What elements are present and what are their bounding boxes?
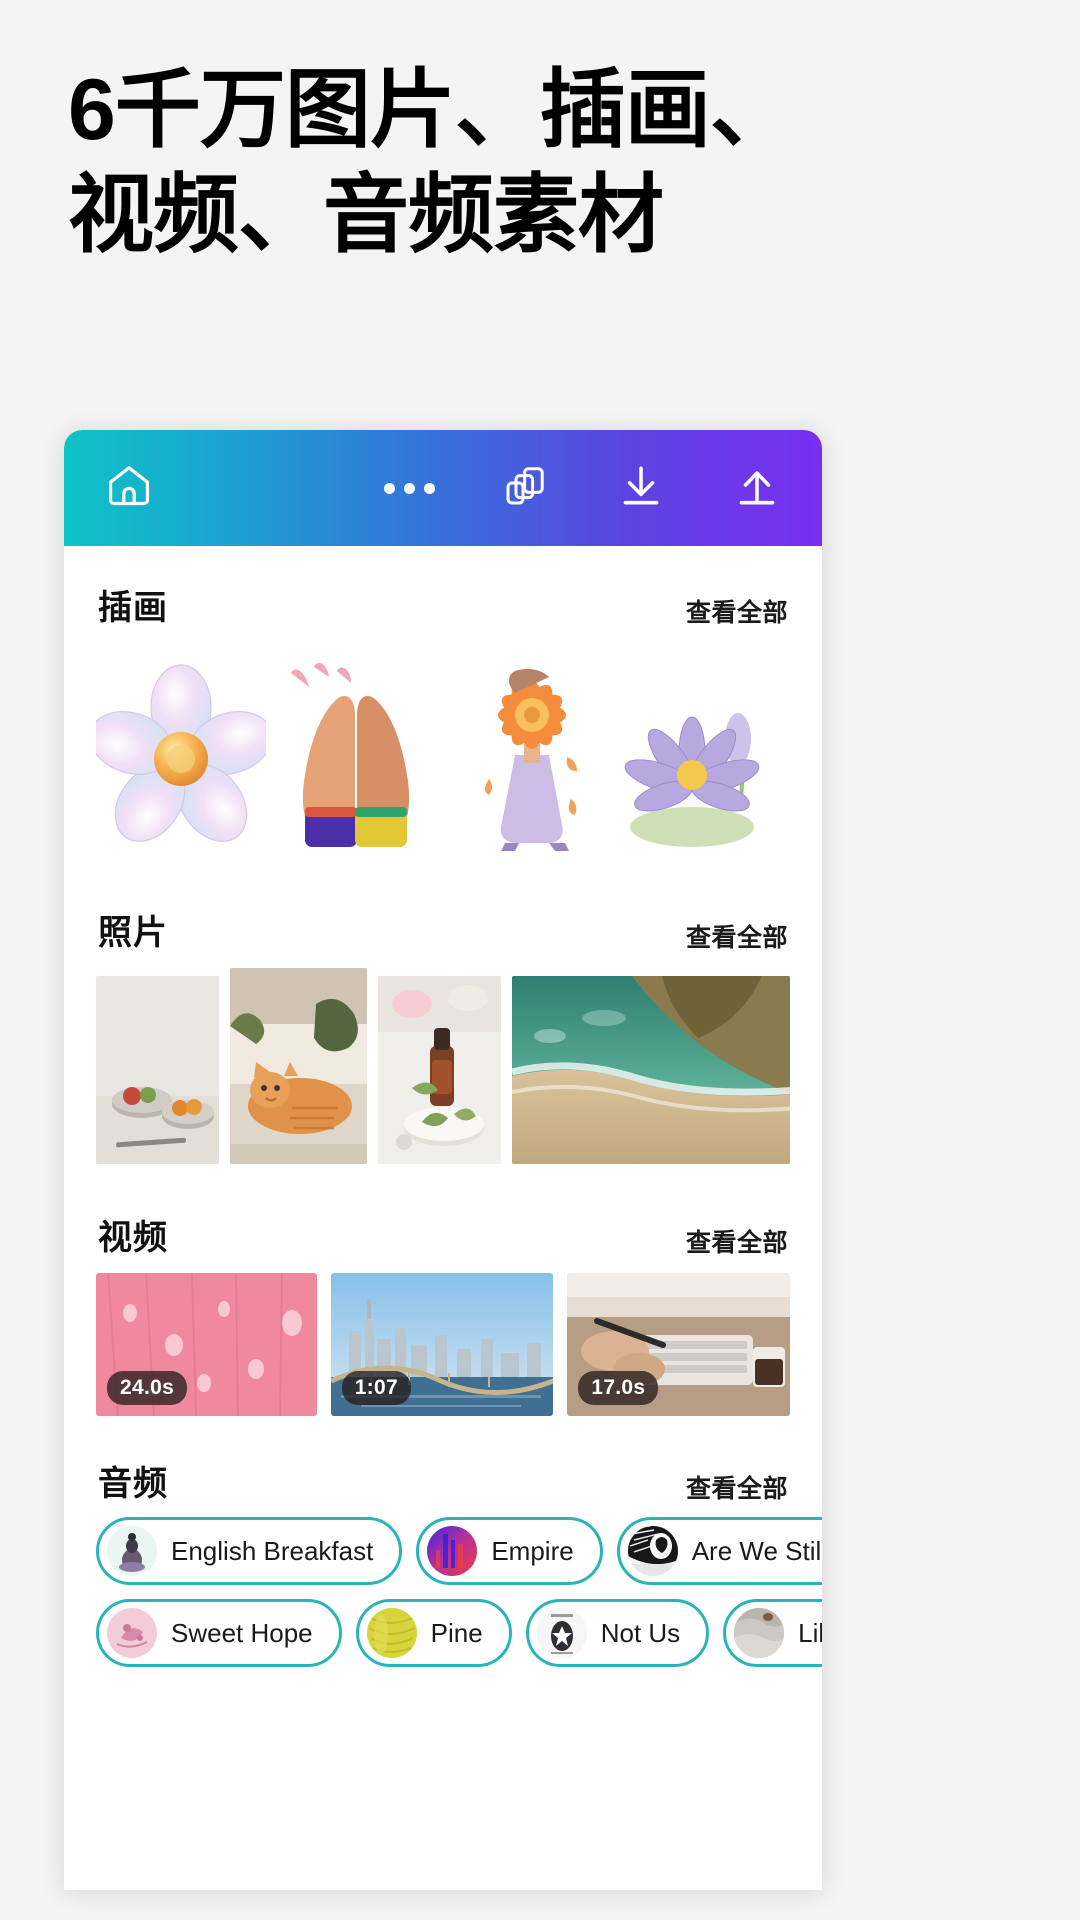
section-title-video: 视频 — [98, 1219, 168, 1257]
rocky-coast-beach-photo — [511, 976, 790, 1164]
view-all-video-link[interactable]: 查看全部 — [686, 1223, 788, 1259]
home-icon — [103, 460, 155, 517]
are-we-still-in-love-cover — [627, 1526, 678, 1576]
sweet-hope-cover — [107, 1608, 157, 1658]
audio-chip-like-whoa[interactable]: Like Whoa — [723, 1599, 822, 1667]
illustration-item-flower-girl[interactable] — [445, 659, 615, 859]
view-all-audio-link[interactable]: 查看全部 — [686, 1469, 788, 1505]
section-illustration: 插画 查看全部 — [64, 580, 822, 859]
app-toolbar — [64, 430, 822, 546]
fruit-bowls-photo — [96, 976, 220, 1164]
download-icon — [616, 461, 666, 516]
view-all-illustration-link[interactable]: 查看全部 — [686, 593, 788, 629]
audio-chip-label: Like Whoa — [798, 1617, 822, 1648]
illustration-item-water-lily[interactable] — [620, 659, 790, 859]
share-button[interactable] — [728, 459, 786, 517]
audio-chip-not-us[interactable]: Not Us — [525, 1599, 710, 1667]
section-header-audio: 音频 查看全部 — [92, 1456, 794, 1505]
video-item-city-skyline[interactable]: 1:07 — [330, 1273, 554, 1416]
audio-chip-label: Not Us — [600, 1617, 681, 1648]
download-button[interactable] — [612, 459, 670, 517]
duplicate-layers-icon — [501, 462, 549, 515]
praying-hands-illustration — [290, 662, 409, 847]
iridescent-flower-illustration — [89, 664, 273, 842]
section-video: 视频 查看全部 24.0s 1:07 17.0s — [64, 1210, 822, 1416]
share-upload-icon — [732, 461, 782, 516]
flower-head-girl-illustration — [485, 669, 578, 851]
audio-chip-label: Are We Still in Love — [691, 1535, 822, 1566]
english-breakfast-cover — [107, 1526, 157, 1576]
video-duration-badge: 24.0s — [107, 1371, 188, 1405]
illustration-list — [89, 629, 794, 859]
audio-chip-pine[interactable]: Pine — [355, 1599, 512, 1667]
home-button[interactable] — [100, 459, 158, 517]
purple-water-lily-illustration — [624, 713, 760, 847]
view-all-photo-link[interactable]: 查看全部 — [686, 918, 788, 954]
more-dots-icon — [383, 482, 435, 494]
audio-chip-label: English Breakfast — [171, 1535, 374, 1566]
orange-cat-on-bed-photo — [230, 968, 367, 1164]
video-item-pink-petal[interactable]: 24.0s — [96, 1273, 317, 1416]
page-title-line-1: 6千万图片、插画、 — [68, 62, 796, 158]
empire-cover — [427, 1526, 478, 1576]
section-header-photo: 照片 查看全部 — [92, 905, 794, 954]
pine-cover — [366, 1608, 417, 1658]
illustration-item-hands[interactable] — [271, 659, 441, 859]
audio-chip-empire[interactable]: Empire — [416, 1517, 603, 1585]
video-duration-badge: 17.0s — [578, 1371, 659, 1405]
not-us-cover — [536, 1608, 587, 1658]
like-whoa-cover — [734, 1608, 785, 1658]
page-title: 6千万图片、插画、 视频、音频素材 — [68, 58, 1008, 268]
audio-list: English Breakfast Empire Are We Stil Swe… — [92, 1505, 822, 1667]
photo-item-rocky-coast[interactable] — [511, 976, 790, 1164]
skincare-serum-flatlay-photo — [377, 976, 501, 1164]
section-title-photo: 照片 — [98, 914, 168, 952]
photo-item-skincare-serum[interactable] — [377, 976, 501, 1164]
audio-chip-label: Sweet Hope — [171, 1617, 313, 1648]
duplicate-button[interactable] — [496, 459, 554, 517]
phone-mockup: 插画 查看全部 照片 查看全部 视频 查看全部 24.0s 1:07 17.0s… — [64, 430, 822, 1890]
audio-chip-label: Empire — [491, 1535, 574, 1566]
audio-row-2: Sweet Hope Pine Not Us Li — [96, 1599, 822, 1667]
illustration-item-flower[interactable] — [89, 659, 273, 859]
audio-chip-english-breakfast[interactable]: English Breakfast — [96, 1517, 403, 1585]
section-audio: 音频 查看全部 English Breakfast Empire Are We … — [64, 1456, 822, 1667]
section-photo: 照片 查看全部 — [64, 905, 822, 1164]
audio-row-1: English Breakfast Empire Are We Stil — [96, 1517, 822, 1585]
section-title-illustration: 插画 — [98, 589, 168, 627]
photo-item-orange-cat[interactable] — [230, 968, 367, 1164]
page-title-line-2: 视频、音频素材 — [68, 166, 664, 263]
video-item-typing-keyboard[interactable]: 17.0s — [567, 1273, 790, 1416]
section-header-video: 视频 查看全部 — [92, 1210, 794, 1259]
audio-chip-label: Pine — [430, 1617, 483, 1648]
video-list: 24.0s 1:07 17.0s — [92, 1259, 794, 1416]
video-duration-badge: 1:07 — [341, 1371, 411, 1405]
photo-item-fruit-bowls[interactable] — [96, 976, 220, 1164]
more-options-button[interactable] — [380, 459, 438, 517]
audio-chip-are-we-still-in-love[interactable]: Are We Still in Love — [616, 1517, 822, 1585]
section-title-audio: 音频 — [98, 1465, 168, 1503]
photo-list — [92, 954, 794, 1164]
section-header-illustration: 插画 查看全部 — [92, 580, 794, 629]
audio-chip-sweet-hope[interactable]: Sweet Hope — [96, 1599, 342, 1667]
